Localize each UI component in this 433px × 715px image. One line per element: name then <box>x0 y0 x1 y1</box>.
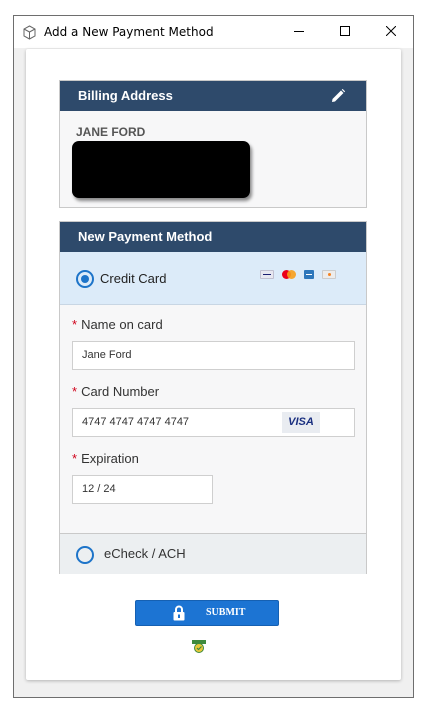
payment-card: Billing Address JANE FORD New Payment Me… <box>26 49 401 680</box>
payment-header-label: New Payment Method <box>78 229 213 244</box>
close-button[interactable] <box>368 16 414 48</box>
echeck-option[interactable]: eCheck / ACH <box>60 533 366 574</box>
payment-method-section: New Payment Method Credit Card * Name on … <box>59 221 367 574</box>
visa-badge: VISA <box>282 412 320 433</box>
required-marker: * <box>72 451 78 466</box>
credit-card-radio[interactable] <box>76 270 94 288</box>
name-on-card-input[interactable]: Jane Ford <box>72 341 355 370</box>
billing-header: Billing Address <box>60 81 366 111</box>
window-title: Add a New Payment Method <box>44 25 214 39</box>
name-on-card-label: * Name on card <box>72 317 163 332</box>
required-marker: * <box>72 384 78 399</box>
redacted-address <box>72 141 250 198</box>
mastercard-icon <box>282 270 296 279</box>
pencil-icon[interactable] <box>330 88 346 104</box>
expiration-label: * Expiration <box>72 451 139 466</box>
minimize-button[interactable] <box>276 16 322 48</box>
expiration-input[interactable]: 12 / 24 <box>72 475 213 504</box>
payment-window: Add a New Payment Method Billing Address… <box>13 15 414 698</box>
close-icon <box>385 25 397 37</box>
card-number-value: 4747 4747 4747 4747 <box>82 416 190 428</box>
payment-header: New Payment Method <box>60 222 366 252</box>
discover-icon <box>322 270 336 279</box>
security-seal-icon <box>192 640 206 653</box>
customer-name: JANE FORD <box>76 125 146 139</box>
amex-icon <box>304 270 314 279</box>
card-number-input[interactable]: 4747 4747 4747 4747 VISA <box>72 408 355 437</box>
minimize-icon <box>294 31 304 32</box>
credit-card-form: * Name on card Jane Ford * Card Number 474… <box>60 305 366 533</box>
name-on-card-value: Jane Ford <box>82 349 132 361</box>
card-number-label-text: Card Number <box>81 384 160 399</box>
expiration-label-text: Expiration <box>81 451 139 466</box>
credit-card-option[interactable]: Credit Card <box>60 252 366 305</box>
card-number-label: * Card Number <box>72 384 159 399</box>
app-icon <box>23 25 36 40</box>
title-bar: Add a New Payment Method <box>14 16 413 48</box>
required-marker: * <box>72 317 78 332</box>
expiration-value: 12 / 24 <box>82 483 116 495</box>
billing-address-section: Billing Address JANE FORD <box>59 80 367 208</box>
billing-header-label: Billing Address <box>78 88 173 103</box>
name-on-card-label-text: Name on card <box>81 317 163 332</box>
submit-label: SUBMIT <box>206 607 246 618</box>
echeck-radio[interactable] <box>76 546 94 564</box>
visa-icon <box>260 270 274 279</box>
lock-icon <box>173 605 185 621</box>
credit-card-label: Credit Card <box>100 271 167 286</box>
submit-button[interactable]: SUBMIT <box>135 600 279 626</box>
maximize-button[interactable] <box>322 16 368 48</box>
maximize-icon <box>340 26 350 36</box>
card-brand-logos <box>260 270 336 279</box>
echeck-label: eCheck / ACH <box>104 546 186 561</box>
